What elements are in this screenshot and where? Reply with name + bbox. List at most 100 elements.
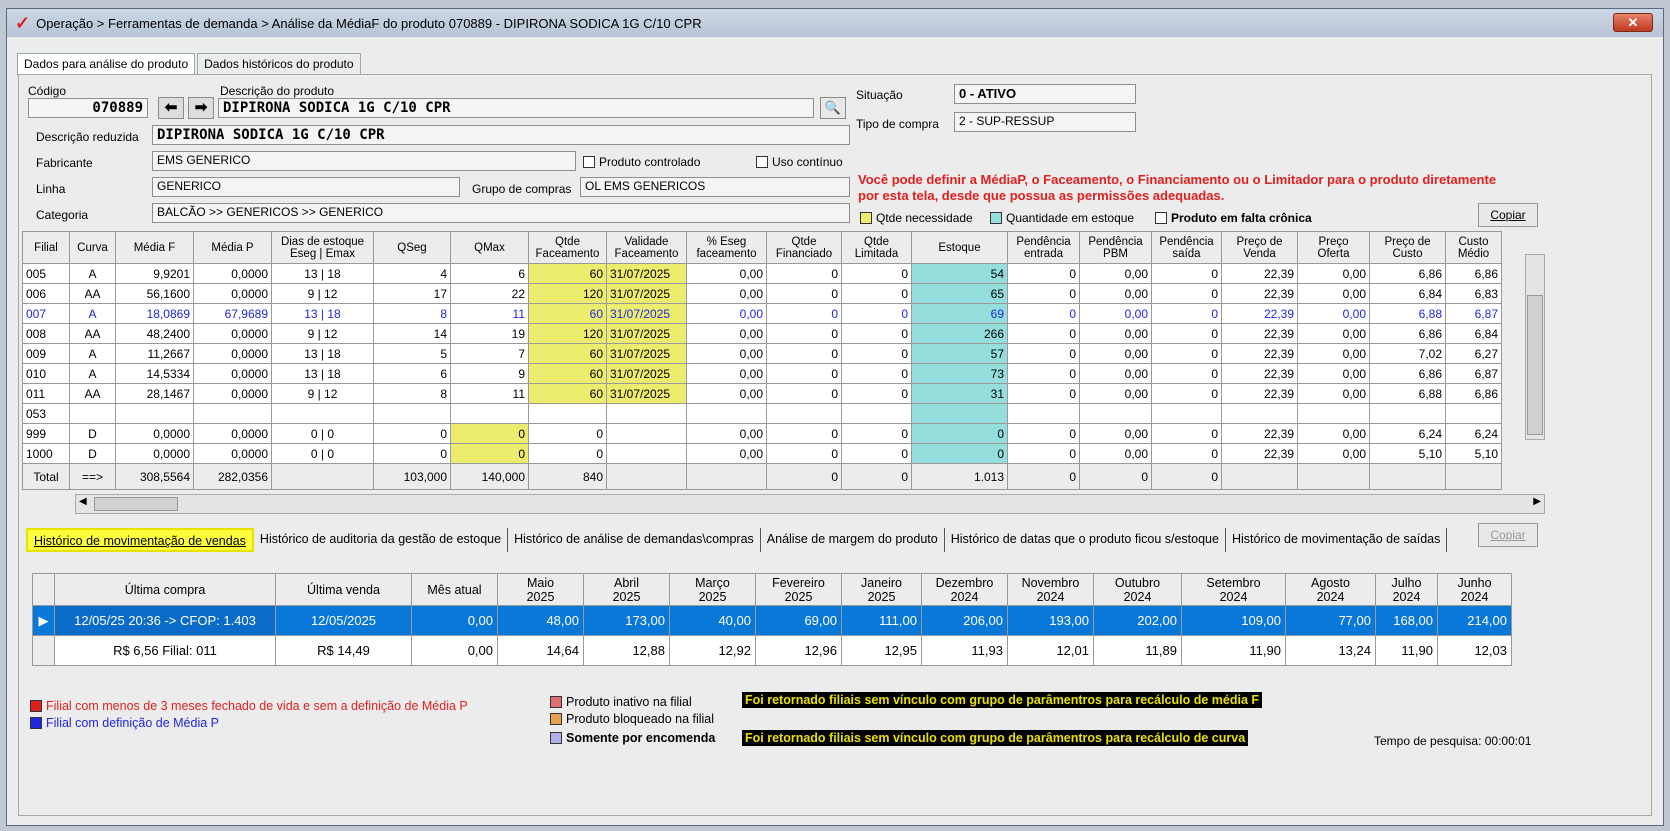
grid-cell[interactable] bbox=[1445, 403, 1502, 424]
grid-cell[interactable]: 6,88 bbox=[1369, 383, 1446, 404]
grid-header-2[interactable]: Média F bbox=[115, 231, 194, 264]
grid-cell[interactable]: 0 bbox=[841, 283, 912, 304]
search-icon[interactable]: 🔍 bbox=[820, 97, 846, 119]
grid-cell[interactable] bbox=[528, 403, 607, 424]
grid-cell[interactable]: 6,86 bbox=[1369, 263, 1446, 284]
grid-cell[interactable]: 0,00 bbox=[1079, 283, 1152, 304]
grid-cell[interactable]: 5,10 bbox=[1369, 443, 1446, 464]
grid-cell[interactable]: 22 bbox=[450, 283, 529, 304]
hist-cell[interactable]: 111,00 bbox=[841, 605, 922, 636]
tab-dados-analise[interactable]: Dados para análise do produto bbox=[17, 53, 196, 75]
grid-cell[interactable]: 0 bbox=[1151, 303, 1222, 324]
grid-cell[interactable] bbox=[1007, 403, 1080, 424]
grid-cell[interactable] bbox=[606, 423, 687, 444]
grid-header-10[interactable]: Qtde Financiado bbox=[766, 231, 842, 264]
grid-cell[interactable]: 6,27 bbox=[1445, 343, 1502, 364]
hist-header-14[interactable]: Junho 2024 bbox=[1437, 573, 1512, 606]
grid-cell[interactable]: 22,39 bbox=[1221, 283, 1298, 304]
hist-header-6[interactable]: Fevereiro 2025 bbox=[755, 573, 842, 606]
grid-cell[interactable]: 0 bbox=[1007, 443, 1080, 464]
grid-header-12[interactable]: Estoque bbox=[911, 231, 1008, 264]
grid-cell[interactable]: 0 bbox=[1151, 343, 1222, 364]
grid-cell[interactable]: 31/07/2025 bbox=[606, 363, 687, 384]
grid-cell[interactable]: 0,0000 bbox=[193, 383, 272, 404]
hist-cell[interactable]: 202,00 bbox=[1093, 605, 1182, 636]
hist-cell[interactable]: 214,00 bbox=[1437, 605, 1512, 636]
grid-cell[interactable]: D bbox=[69, 443, 116, 464]
grid-cell[interactable]: 0,00 bbox=[686, 323, 767, 344]
hist-cell[interactable]: 48,00 bbox=[497, 605, 584, 636]
grid-cell[interactable]: 14 bbox=[373, 323, 451, 344]
grid-cell[interactable]: 010 bbox=[22, 363, 70, 384]
grid-cell[interactable]: 0 bbox=[841, 303, 912, 324]
grid-cell[interactable]: 0,00 bbox=[1297, 303, 1370, 324]
grid-cell[interactable]: 0 bbox=[1007, 303, 1080, 324]
tab-analise-margem[interactable]: Análise de margem do produto bbox=[761, 528, 945, 552]
grid-row[interactable]: 008 AA 48,2400 0,0000 9 | 12 14 19 120 31/07/202… bbox=[22, 323, 1502, 344]
arrow-right-icon[interactable]: ➡ bbox=[188, 97, 214, 119]
grid-header-9[interactable]: % Eseg faceamento bbox=[686, 231, 767, 264]
grid-cell[interactable]: 18,0869 bbox=[115, 303, 194, 324]
grid-cell[interactable]: 0 bbox=[841, 323, 912, 344]
hist-header-1[interactable]: Última venda bbox=[275, 573, 412, 606]
grid-cell[interactable] bbox=[686, 403, 767, 424]
hist-cell[interactable]: 0,00 bbox=[411, 605, 498, 636]
grid-cell[interactable]: 7,02 bbox=[1369, 343, 1446, 364]
grid-cell[interactable]: D bbox=[69, 423, 116, 444]
grid-cell[interactable]: 0,00 bbox=[1079, 263, 1152, 284]
grid-cell[interactable]: 0 bbox=[450, 443, 529, 464]
grid-cell[interactable]: 60 bbox=[528, 263, 607, 284]
grid-cell[interactable]: 6 bbox=[450, 263, 529, 284]
hist-header-8[interactable]: Dezembro 2024 bbox=[921, 573, 1008, 606]
grid-cell[interactable]: 22,39 bbox=[1221, 323, 1298, 344]
hist-cell[interactable]: 77,00 bbox=[1285, 605, 1376, 636]
grid-cell[interactable]: 0 bbox=[841, 423, 912, 444]
grid-cell[interactable]: 7 bbox=[450, 343, 529, 364]
grid-cell[interactable]: 48,2400 bbox=[115, 323, 194, 344]
grid-cell[interactable]: 0,0000 bbox=[193, 343, 272, 364]
grid-cell[interactable]: 0 bbox=[766, 343, 842, 364]
grid-cell[interactable]: 56,1600 bbox=[115, 283, 194, 304]
grid-row[interactable]: 011 AA 28,1467 0,0000 9 | 12 8 11 60 31/07/2025 0… bbox=[22, 383, 1502, 404]
hist-cell[interactable]: 14,64 bbox=[497, 635, 584, 666]
grid-cell[interactable]: 053 bbox=[22, 403, 70, 424]
grid-cell[interactable]: 19 bbox=[450, 323, 529, 344]
grid-cell[interactable]: 005 bbox=[22, 263, 70, 284]
grid-cell[interactable]: 0 bbox=[766, 283, 842, 304]
hist-cell[interactable]: 168,00 bbox=[1375, 605, 1438, 636]
grid-cell[interactable]: 0 bbox=[1151, 383, 1222, 404]
hist-cell[interactable]: 40,00 bbox=[669, 605, 756, 636]
grid-cell[interactable]: 0,00 bbox=[686, 363, 767, 384]
produto-controlado-checkbox[interactable]: Produto controlado bbox=[583, 155, 700, 169]
grid-cell[interactable]: 0 bbox=[841, 383, 912, 404]
hist-cell[interactable]: 12,03 bbox=[1437, 635, 1512, 666]
grid-cell[interactable]: 007 bbox=[22, 303, 70, 324]
grid-cell[interactable]: 120 bbox=[528, 283, 607, 304]
grid-cell[interactable]: 6,87 bbox=[1445, 303, 1502, 324]
grid-cell[interactable]: 57 bbox=[911, 343, 1008, 364]
grid-cell[interactable] bbox=[1221, 403, 1298, 424]
situacao-field[interactable]: 0 - ATIVO bbox=[954, 84, 1136, 104]
grid-horizontal-scrollbar[interactable]: ◀ ▶ bbox=[75, 494, 1545, 514]
uso-continuo-checkbox[interactable]: Uso contínuo bbox=[756, 155, 843, 169]
grid-header-0[interactable]: Filial bbox=[22, 231, 70, 264]
hist-header-4[interactable]: Abril 2025 bbox=[583, 573, 670, 606]
grid-cell[interactable]: 65 bbox=[911, 283, 1008, 304]
grid-cell[interactable]: 67,9689 bbox=[193, 303, 272, 324]
grid-cell[interactable]: 0,00 bbox=[1079, 423, 1152, 444]
grid-cell[interactable]: 0 bbox=[1151, 323, 1222, 344]
hist-header-0[interactable]: Última compra bbox=[54, 573, 276, 606]
hist-cell[interactable]: 12,88 bbox=[583, 635, 670, 666]
grid-cell[interactable]: 22,39 bbox=[1221, 443, 1298, 464]
grid-header-16[interactable]: Preço de Venda bbox=[1221, 231, 1298, 264]
grid-cell[interactable]: 60 bbox=[528, 363, 607, 384]
grid-cell[interactable]: 22,39 bbox=[1221, 343, 1298, 364]
grid-cell[interactable]: 22,39 bbox=[1221, 263, 1298, 284]
grid-cell[interactable]: 0,00 bbox=[1079, 383, 1152, 404]
grid-header-11[interactable]: Qtde Limitada bbox=[841, 231, 912, 264]
grid-cell[interactable] bbox=[606, 403, 687, 424]
grid-cell[interactable]: 0,0000 bbox=[115, 443, 194, 464]
grid-cell[interactable]: 0,0000 bbox=[193, 323, 272, 344]
grid-cell[interactable] bbox=[193, 403, 272, 424]
grupo-field[interactable]: OL EMS GENERICOS bbox=[580, 177, 850, 197]
